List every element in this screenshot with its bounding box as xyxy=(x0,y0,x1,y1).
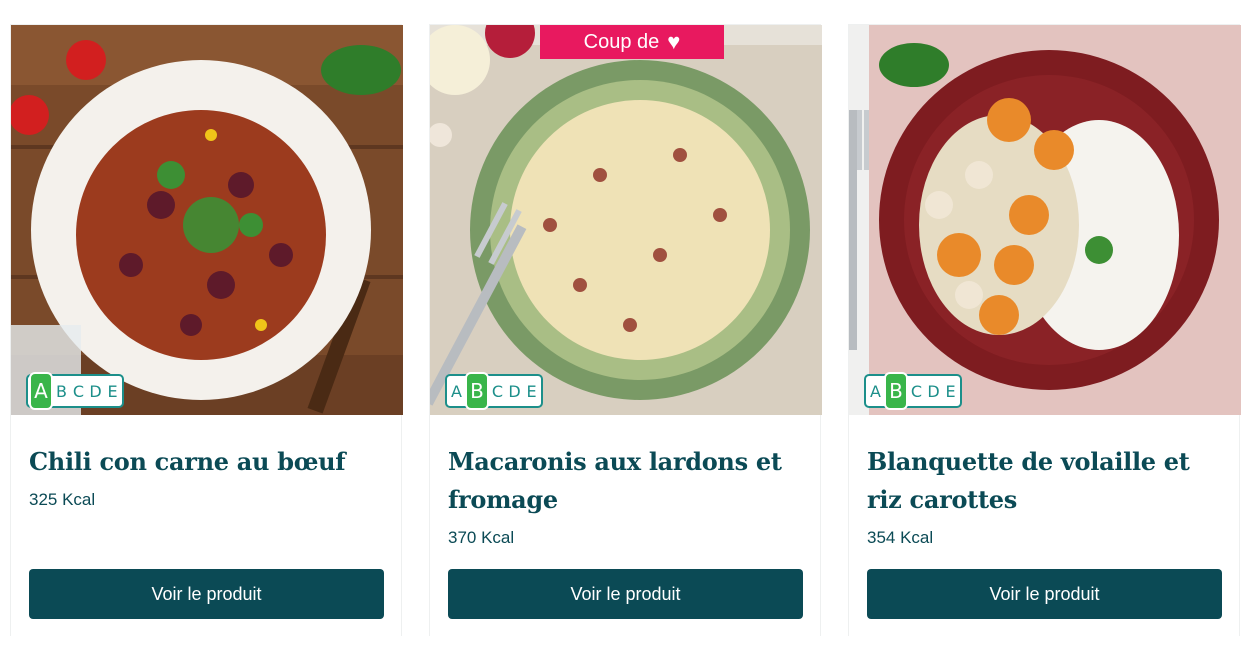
product-grid: A B C D E Chili con carne au bœuf 325 Kc… xyxy=(0,0,1250,650)
nutriscore-letter-d: D xyxy=(927,381,940,401)
product-card[interactable]: A B C D E Chili con carne au bœuf 325 Kc… xyxy=(10,24,403,636)
nutriscore-letter-c: C xyxy=(72,381,85,401)
product-image-chili[interactable]: A B C D E xyxy=(11,25,403,415)
product-kcal: 354 Kcal xyxy=(867,528,934,547)
product-image-macaronis[interactable]: Coup de ♥ A B C D E xyxy=(430,25,822,415)
product-kcal: 370 Kcal xyxy=(448,528,515,547)
nutriscore-letter-e: E xyxy=(526,381,537,401)
product-card[interactable]: Coup de ♥ A B C D E Macaronis aux lardon… xyxy=(429,24,822,636)
nutriscore-letter-b: B xyxy=(884,372,908,410)
nutriscore-letter-a: A xyxy=(451,381,462,401)
nutriscore-badge: A B C D E xyxy=(26,372,124,410)
favorite-badge: Coup de ♥ xyxy=(540,25,724,59)
product-title[interactable]: Chili con carne au bœuf xyxy=(29,443,379,481)
nutriscore-letter-a: A xyxy=(29,372,53,410)
nutriscore-letter-e: E xyxy=(107,381,118,401)
nutriscore-letter-d: D xyxy=(508,381,521,401)
nutriscore-badge: A B C D E xyxy=(864,372,962,410)
nutriscore-letter-e: E xyxy=(945,381,956,401)
heart-icon: ♥ xyxy=(667,29,681,54)
nutriscore-letter-b: B xyxy=(465,372,489,410)
nutriscore-letter-d: D xyxy=(89,381,102,401)
product-title[interactable]: Blanquette de volaille et riz carottes xyxy=(867,443,1217,519)
nutriscore-letter-a: A xyxy=(870,381,881,401)
product-card[interactable]: A B C D E Blanquette de volaille et riz … xyxy=(848,24,1241,636)
badge-label: Coup de xyxy=(583,30,660,53)
view-product-button[interactable]: Voir le produit xyxy=(29,569,384,619)
product-title[interactable]: Macaronis aux lardons et fromage xyxy=(448,443,798,519)
nutriscore-badge: A B C D E xyxy=(445,372,543,410)
view-product-button[interactable]: Voir le produit xyxy=(867,569,1222,619)
nutriscore-letter-c: C xyxy=(910,381,923,401)
product-image-blanquette[interactable]: A B C D E xyxy=(849,25,1241,415)
nutriscore-letter-c: C xyxy=(491,381,504,401)
view-product-button[interactable]: Voir le produit xyxy=(448,569,803,619)
nutriscore-letter-b: B xyxy=(56,381,67,401)
product-kcal: 325 Kcal xyxy=(29,490,96,509)
